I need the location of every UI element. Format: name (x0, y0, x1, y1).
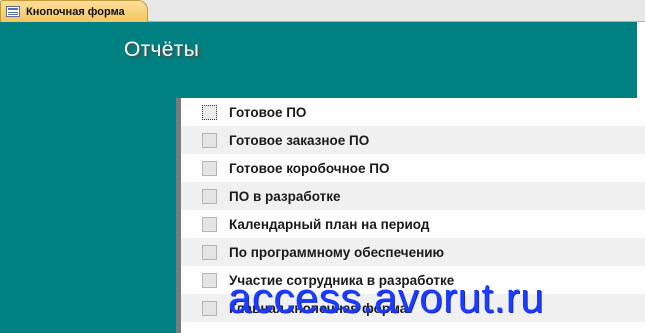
item-label[interactable]: Готовое коробочное ПО (229, 161, 389, 176)
item-button[interactable] (202, 160, 217, 176)
list-item[interactable]: Календарный план на период (181, 210, 645, 238)
list-item[interactable]: Готовое заказное ПО (181, 126, 645, 154)
item-label[interactable]: Готовое заказное ПО (229, 133, 369, 148)
list-item[interactable]: По программному обеспечению (181, 238, 645, 266)
list-item[interactable]: ПО в разработке (181, 182, 645, 210)
item-label[interactable]: По программному обеспечению (229, 245, 444, 260)
item-button[interactable] (202, 216, 217, 232)
page-title: Отчёты (124, 38, 200, 61)
tab-switchboard-form[interactable]: Кнопочная форма (0, 0, 148, 22)
form-icon (6, 6, 20, 17)
watermark: access.avorut.ru (228, 274, 545, 321)
item-button[interactable] (202, 244, 217, 260)
tab-label: Кнопочная форма (26, 5, 125, 18)
item-button[interactable] (202, 104, 217, 120)
list-item[interactable]: Готовое коробочное ПО (181, 154, 645, 182)
document-tab-strip: Кнопочная форма (0, 0, 645, 22)
list-item[interactable]: Готовое ПО (181, 98, 645, 126)
item-button[interactable] (202, 132, 217, 148)
item-label[interactable]: Готовое ПО (229, 105, 306, 120)
form-header: Отчёты (0, 22, 637, 98)
item-button[interactable] (202, 188, 217, 204)
item-label[interactable]: ПО в разработке (229, 189, 341, 204)
left-panel (0, 98, 176, 333)
item-label[interactable]: Календарный план на период (229, 217, 429, 232)
item-button[interactable] (202, 272, 217, 288)
item-button[interactable] (202, 300, 217, 316)
header-edge (637, 22, 645, 98)
